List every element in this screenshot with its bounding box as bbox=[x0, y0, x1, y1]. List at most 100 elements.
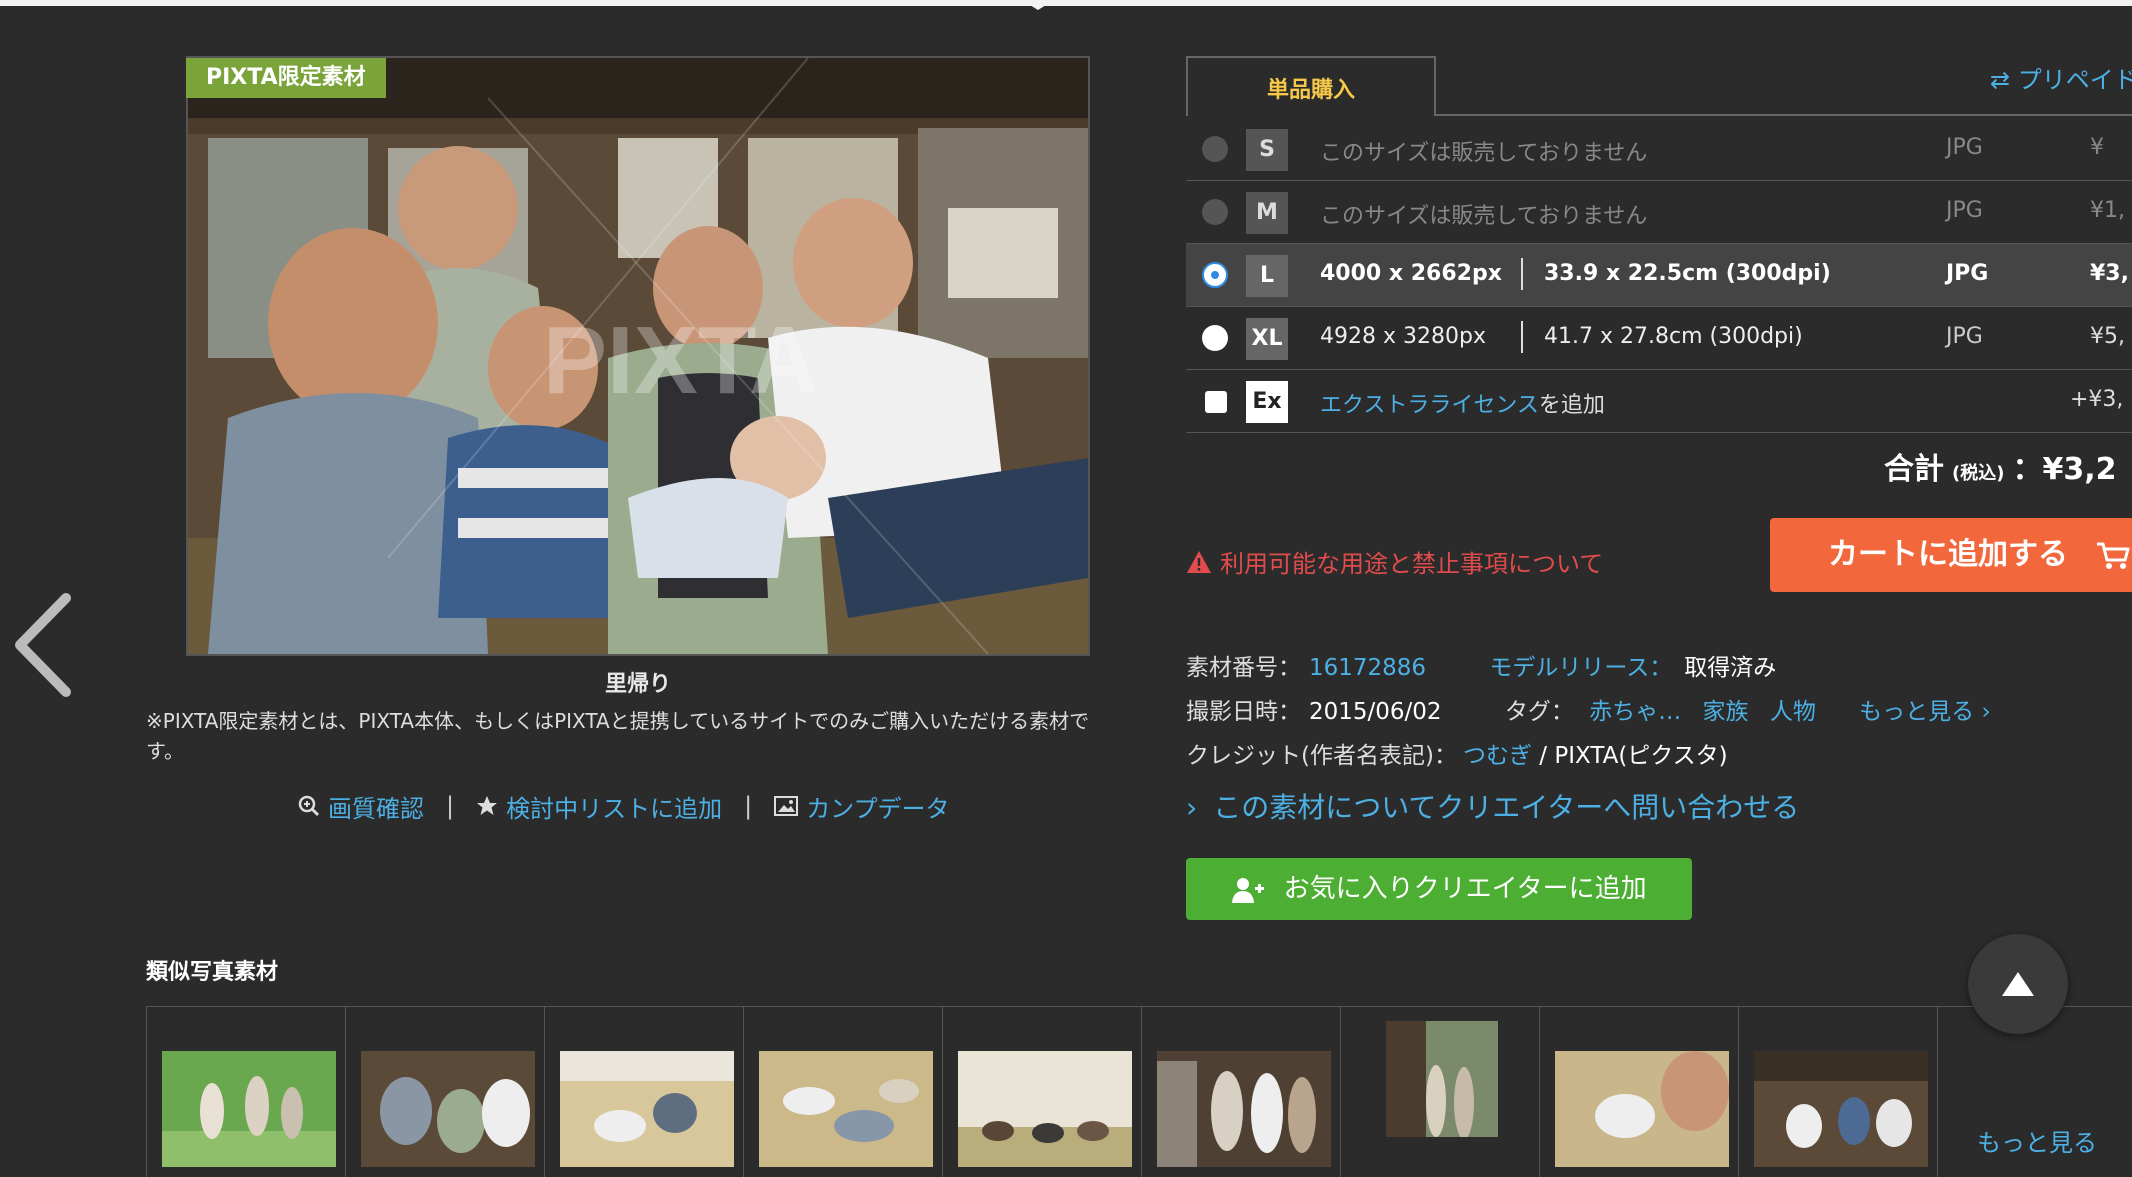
similar-photo-thumb[interactable] bbox=[1341, 1007, 1540, 1177]
similar-photo-thumb[interactable] bbox=[1540, 1007, 1739, 1177]
add-favorite-creator-button[interactable]: お気に入りクリエイターに追加 bbox=[1186, 858, 1692, 920]
thumbnail-image bbox=[560, 1051, 734, 1167]
extra-license-price: +¥3, bbox=[2070, 387, 2124, 412]
tab-underline bbox=[1436, 114, 2132, 116]
add-to-cart-button[interactable]: カートに追加する bbox=[1770, 518, 2132, 592]
thumbnail-image bbox=[1157, 1051, 1331, 1167]
id-label: 素材番号： bbox=[1186, 655, 1301, 681]
similar-photos-strip: もっと見る bbox=[146, 1006, 2132, 1177]
similar-section-title: 類似写真素材 bbox=[146, 960, 279, 985]
contact-creator-link[interactable]: › この素材についてクリエイターへ問い合わせる bbox=[1186, 786, 1799, 826]
prepaid-switch-link[interactable]: ⇄ プリペイド bbox=[1990, 60, 2132, 95]
date-label: 撮影日時： bbox=[1186, 699, 1301, 725]
quality-check-label: 画質確認 bbox=[328, 794, 424, 823]
more-tags-link[interactable]: もっと見る › bbox=[1859, 699, 1991, 725]
contact-creator-label: この素材についてクリエイターへ問い合わせる bbox=[1213, 791, 1800, 824]
similar-photo-thumb[interactable] bbox=[1142, 1007, 1341, 1177]
similar-more-cell[interactable]: もっと見る bbox=[1938, 1007, 2132, 1177]
size-option-m: M このサイズは販売しておりません JPG ¥1, bbox=[1186, 181, 2132, 244]
add-favorite-creator-label: お気に入りクリエイターに追加 bbox=[1283, 874, 1647, 904]
thumbnail-image bbox=[1754, 1051, 1928, 1167]
shoot-date: 2015/06/02 bbox=[1309, 699, 1442, 725]
size-price-xl: ¥5, bbox=[2090, 324, 2125, 349]
usage-warning-link[interactable]: 利用可能な用途と禁止事項について bbox=[1186, 544, 1603, 579]
exclusive-badge: PIXTA限定素材 bbox=[186, 58, 386, 98]
thumbnail-image bbox=[958, 1051, 1132, 1167]
similar-photo-thumb[interactable] bbox=[346, 1007, 545, 1177]
size-options: S このサイズは販売しておりません JPG ¥ M このサイズは販売しておりませ… bbox=[1186, 118, 2132, 433]
size-option-s: S このサイズは販売しておりません JPG ¥ bbox=[1186, 118, 2132, 181]
comp-data-link[interactable]: カンプデータ bbox=[774, 789, 949, 824]
divider bbox=[1521, 258, 1523, 290]
total-value: ：¥3,2 bbox=[2012, 452, 2117, 487]
meta-row-date: 撮影日時： 2015/06/02 タグ： 赤ちゃ… 家族 人物 もっと見る › bbox=[1186, 692, 1991, 726]
photo-image: PIXTA bbox=[188, 58, 1088, 654]
extra-license-checkbox[interactable] bbox=[1205, 391, 1227, 413]
similar-photo-thumb[interactable] bbox=[943, 1007, 1142, 1177]
image-icon bbox=[774, 796, 799, 816]
size-option-xl[interactable]: XL 4928 x 3280px 41.7 x 27.8cm (300dpi) … bbox=[1186, 307, 2132, 370]
size-price-m: ¥1, bbox=[2090, 198, 2125, 223]
size-price-l: ¥3, bbox=[2090, 261, 2129, 286]
tag-link[interactable]: 家族 bbox=[1703, 699, 1749, 725]
total-label: 合計 bbox=[1884, 452, 1944, 487]
add-to-cart-label: カートに追加する bbox=[1828, 537, 2068, 572]
similar-photo-thumb[interactable] bbox=[744, 1007, 943, 1177]
size-cm-l: 33.9 x 22.5cm (300dpi) bbox=[1544, 261, 1831, 286]
size-desc-s: このサイズは販売しておりません bbox=[1320, 141, 1648, 166]
tab-single-purchase[interactable]: 単品購入 bbox=[1186, 56, 1436, 116]
similar-photo-thumb[interactable] bbox=[1739, 1007, 1938, 1177]
scroll-to-top-button[interactable] bbox=[1968, 934, 2068, 1034]
thumbnail-image bbox=[759, 1051, 933, 1167]
thumbnail-image bbox=[1386, 1021, 1498, 1137]
credit-label: クレジット(作者名表記)： bbox=[1186, 743, 1457, 769]
tag-link[interactable]: 人物 bbox=[1770, 699, 1816, 725]
credit-suffix: PIXTA(ピクスタ) bbox=[1554, 743, 1728, 769]
top-bar bbox=[0, 0, 2132, 6]
star-icon bbox=[477, 796, 498, 815]
material-id-link[interactable]: 16172886 bbox=[1309, 655, 1426, 681]
wishlist-link[interactable]: 検討中リストに追加 bbox=[476, 789, 722, 824]
size-format-l: JPG bbox=[1946, 261, 1989, 286]
zoom-icon bbox=[298, 795, 320, 817]
size-radio-s bbox=[1202, 136, 1228, 162]
extra-license-suffix: を追加 bbox=[1538, 393, 1605, 418]
size-radio-xl[interactable] bbox=[1202, 325, 1228, 351]
size-cm-xl: 41.7 x 27.8cm (300dpi) bbox=[1544, 324, 1803, 349]
similar-photo-thumb[interactable] bbox=[147, 1007, 346, 1177]
top-bar-notch bbox=[1022, 0, 1054, 10]
total-price: 合計 (税込) ：¥3,2 bbox=[1884, 444, 2116, 488]
similar-more-link[interactable]: もっと見る bbox=[1977, 1123, 2097, 1158]
thumbnail-image bbox=[361, 1051, 535, 1167]
size-price-s: ¥ bbox=[2090, 135, 2104, 160]
size-px-l: 4000 x 2662px bbox=[1320, 261, 1502, 286]
size-format-m: JPG bbox=[1946, 198, 1983, 223]
credit-separator: / bbox=[1531, 743, 1555, 769]
creator-link[interactable]: つむぎ bbox=[1463, 743, 1532, 769]
arrow-up-icon bbox=[2002, 972, 2034, 996]
size-px-xl: 4928 x 3280px bbox=[1320, 324, 1486, 349]
watermark-text: PIXTA bbox=[543, 307, 819, 414]
extra-license-link[interactable]: エクストラライセンス bbox=[1320, 393, 1539, 418]
previous-arrow-icon[interactable] bbox=[8, 590, 78, 700]
size-label-l: L bbox=[1246, 255, 1288, 297]
quality-check-link[interactable]: 画質確認 bbox=[298, 789, 424, 824]
size-format-s: JPG bbox=[1946, 135, 1983, 160]
main-photo[interactable]: PIXTA bbox=[186, 56, 1090, 656]
extra-license-box: Ex bbox=[1246, 381, 1288, 423]
divider bbox=[1521, 321, 1523, 353]
total-tax-label: (税込) bbox=[1952, 463, 2005, 484]
model-release-value: 取得済み bbox=[1684, 655, 1777, 681]
divider: | bbox=[446, 792, 455, 820]
usage-warning-label: 利用可能な用途と禁止事項について bbox=[1220, 550, 1604, 578]
size-radio-l[interactable] bbox=[1202, 262, 1228, 288]
model-release-link[interactable]: モデルリリース： bbox=[1489, 655, 1672, 681]
thumbnail-image bbox=[162, 1051, 336, 1167]
similar-photo-thumb[interactable] bbox=[545, 1007, 744, 1177]
extra-license-option[interactable]: Ex エクストラライセンスを追加 +¥3, bbox=[1186, 370, 2132, 433]
chevron-right-icon: › bbox=[1186, 791, 1198, 824]
wishlist-label: 検討中リストに追加 bbox=[506, 794, 723, 823]
thumbnail-image bbox=[1555, 1051, 1729, 1167]
tag-link[interactable]: 赤ちゃ… bbox=[1589, 699, 1681, 725]
size-option-l[interactable]: L 4000 x 2662px 33.9 x 22.5cm (300dpi) J… bbox=[1186, 244, 2132, 307]
